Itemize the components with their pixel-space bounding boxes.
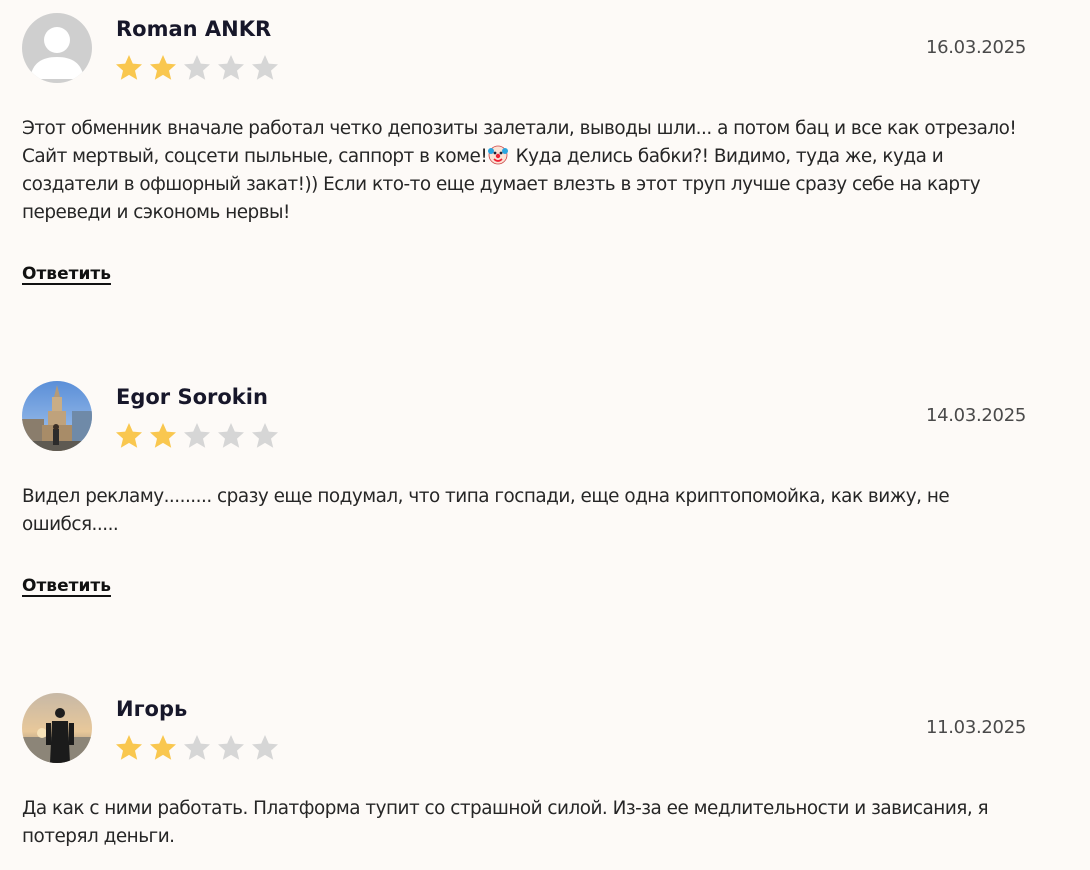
rating-stars bbox=[114, 53, 280, 83]
reply-link[interactable]: Ответить bbox=[22, 264, 111, 284]
star-filled-icon bbox=[150, 735, 176, 760]
review-author: Egor Sorokin bbox=[116, 385, 268, 409]
star-filled-icon bbox=[116, 735, 142, 760]
star-empty-icon bbox=[184, 55, 210, 80]
photo-tower-avatar bbox=[22, 381, 92, 451]
star-empty-icon bbox=[184, 423, 210, 448]
star-empty-icon bbox=[252, 735, 278, 760]
avatar bbox=[22, 13, 92, 83]
rating-stars bbox=[114, 733, 280, 763]
star-filled-icon bbox=[116, 55, 142, 80]
star-empty-icon bbox=[252, 55, 278, 80]
review-text: Этот обменник вначале работал четко депо… bbox=[22, 115, 1026, 227]
rating-stars bbox=[114, 421, 280, 451]
star-empty-icon bbox=[218, 55, 244, 80]
review-date: 14.03.2025 bbox=[925, 405, 1026, 426]
review-author: Roman ANKR bbox=[116, 17, 272, 41]
star-filled-icon bbox=[150, 423, 176, 448]
review-date: 16.03.2025 bbox=[925, 37, 1026, 58]
avatar bbox=[22, 693, 92, 763]
reply-link[interactable]: Ответить bbox=[22, 576, 111, 596]
avatar bbox=[22, 381, 92, 451]
star-filled-icon bbox=[150, 55, 176, 80]
clown-face-icon bbox=[488, 145, 509, 165]
review-author: Игорь bbox=[116, 697, 188, 721]
photo-sunset-avatar bbox=[22, 693, 92, 763]
star-empty-icon bbox=[184, 735, 210, 760]
star-empty-icon bbox=[218, 735, 244, 760]
review-text: Да как с ними работать. Платформа тупит … bbox=[22, 798, 989, 847]
review-date: 11.03.2025 bbox=[925, 717, 1026, 738]
default-user-icon bbox=[22, 13, 92, 83]
star-empty-icon bbox=[252, 423, 278, 448]
star-filled-icon bbox=[116, 423, 142, 448]
review-text: Видел рекламу......... сразу еще подумал… bbox=[22, 486, 950, 535]
star-empty-icon bbox=[218, 423, 244, 448]
